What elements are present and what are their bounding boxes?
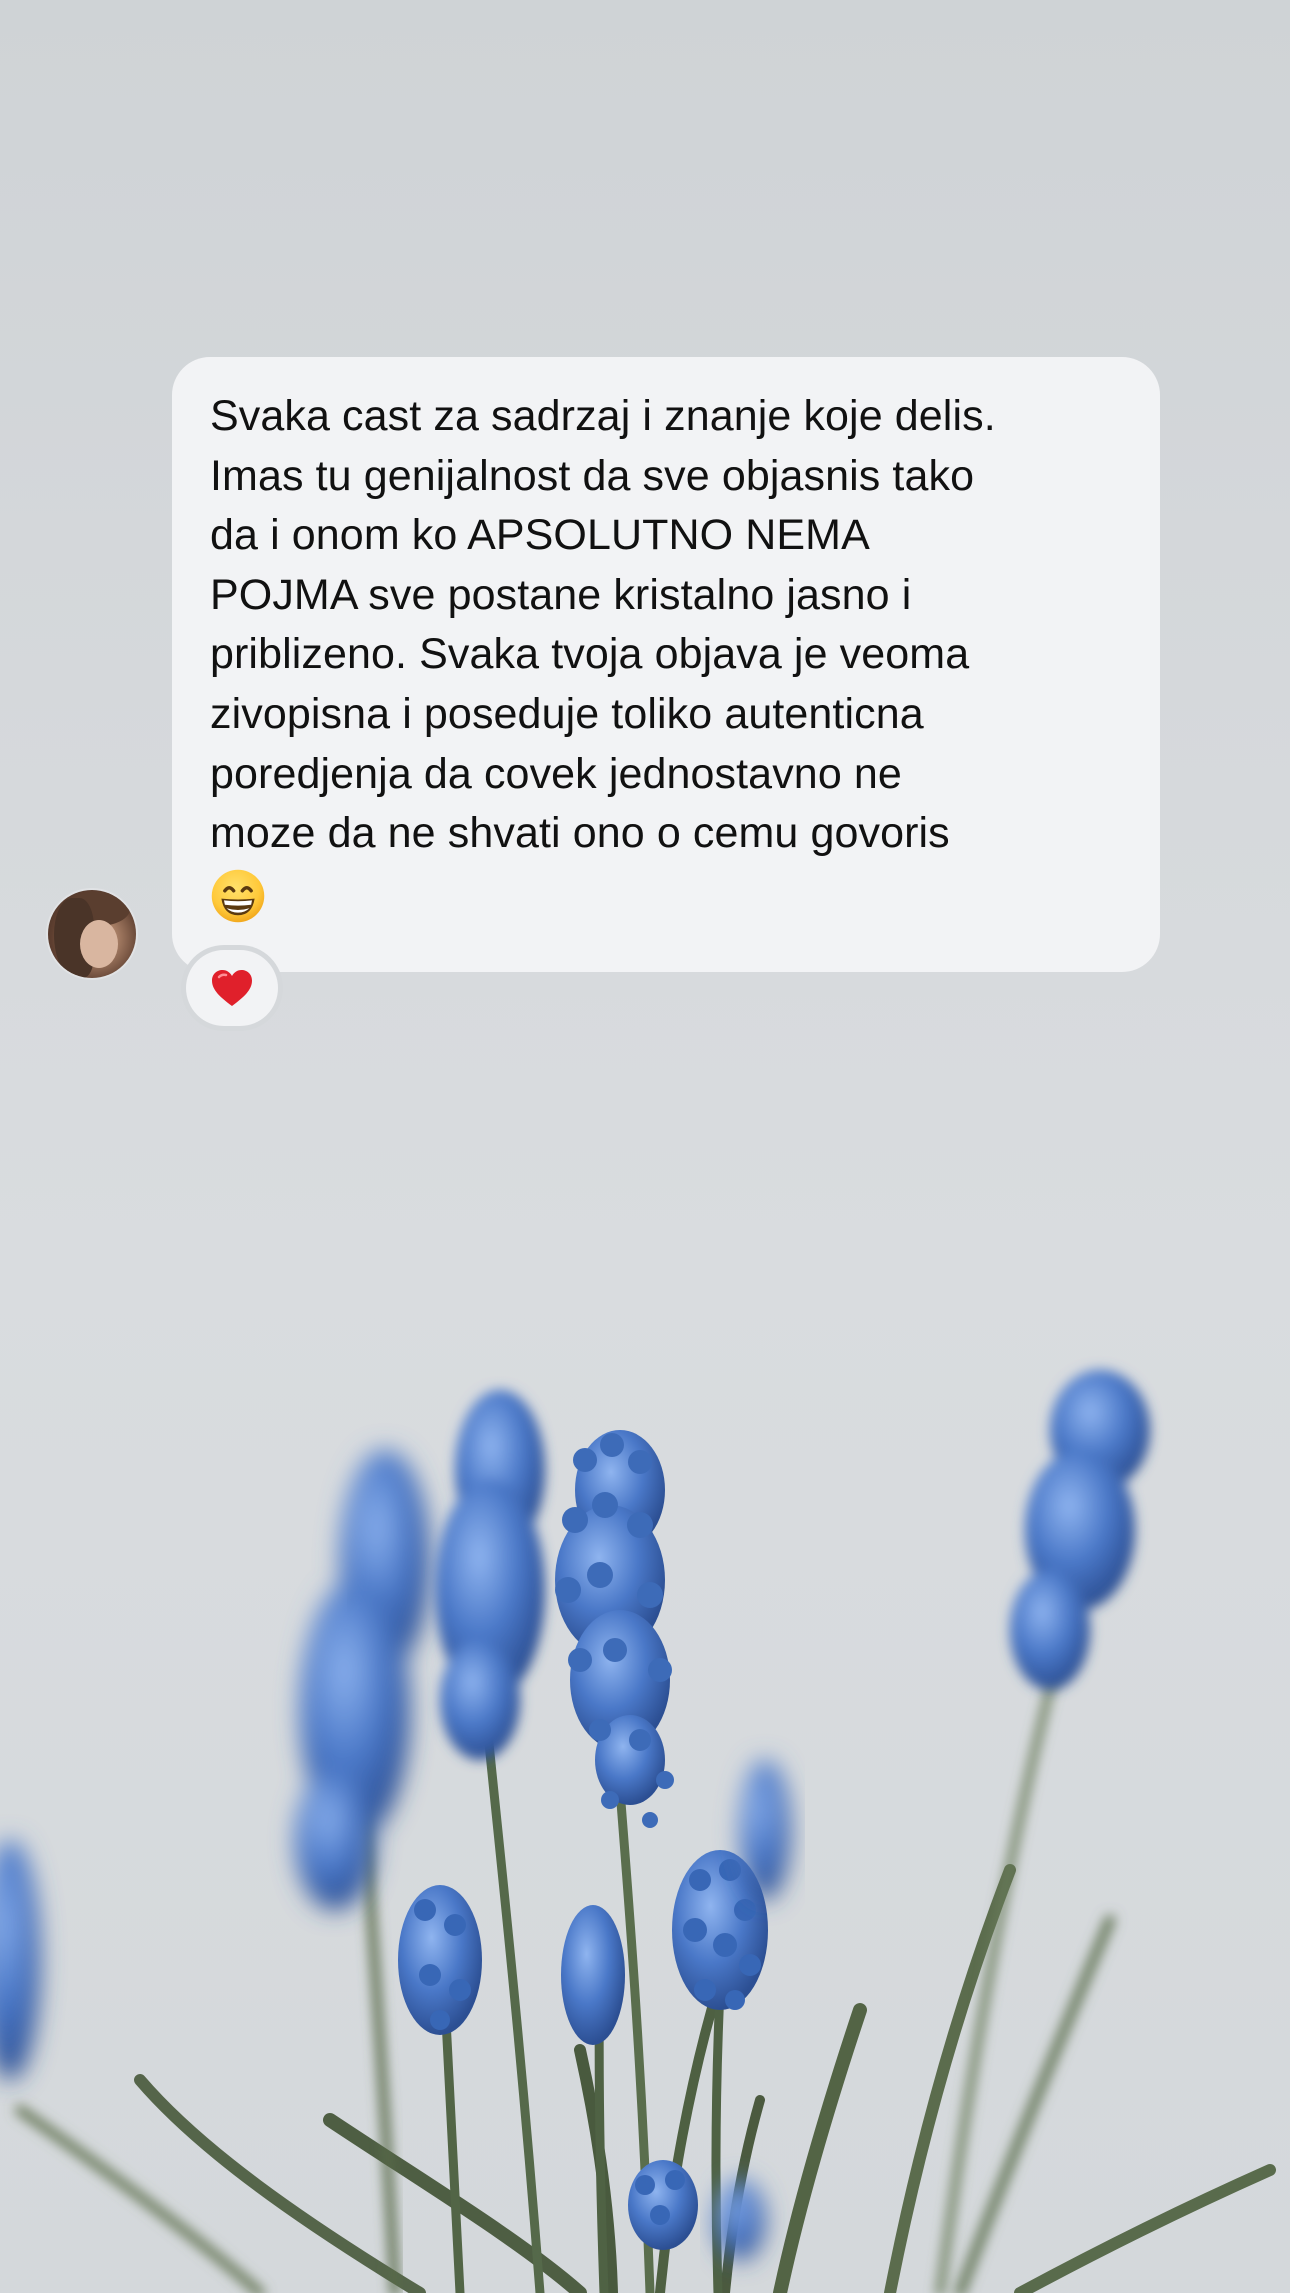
avatar-face [80, 920, 118, 968]
sender-avatar[interactable] [48, 890, 136, 978]
message-bubble[interactable]: Svaka cast za sadrzaj i znanje koje deli… [172, 357, 1160, 972]
grinning-face-with-smiling-eyes-icon [211, 869, 265, 922]
message-text: Svaka cast za sadrzaj i znanje koje deli… [210, 392, 996, 858]
red-heart-icon [212, 970, 252, 1006]
chat-message-row: Svaka cast za sadrzaj i znanje koje deli… [0, 0, 1290, 1100]
reaction-badge[interactable] [186, 950, 278, 1026]
